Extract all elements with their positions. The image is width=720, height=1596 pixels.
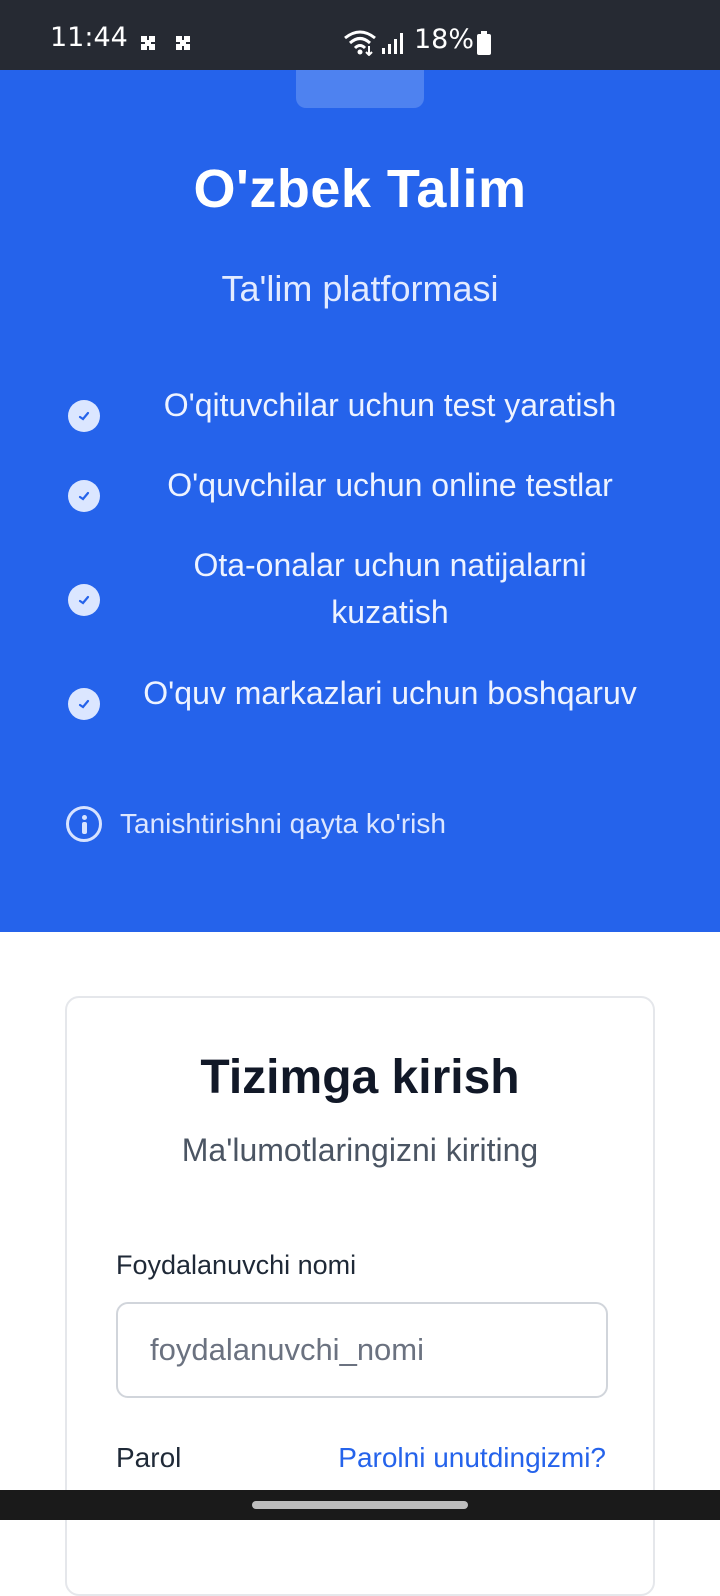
username-input[interactable] — [116, 1302, 608, 1398]
login-subtitle: Ma'lumotlaringizni kiriting — [181, 1132, 539, 1168]
signal-icon — [382, 33, 403, 54]
drag-handle[interactable] — [296, 70, 424, 108]
check-circle-icon — [68, 584, 100, 616]
feature-label: Ota-onalar uchun natijalarni kuzatish — [193, 547, 587, 630]
system-nav-bar — [0, 1490, 720, 1520]
login-title: Tizimga kirish — [200, 1051, 520, 1104]
check-circle-icon — [68, 688, 100, 720]
notification-icon — [176, 36, 190, 50]
info-icon — [66, 806, 102, 842]
feature-label: O'quvchilar uchun online testlar — [167, 467, 613, 503]
app-subtitle: Ta'lim platformasi — [221, 268, 499, 309]
wifi-icon — [344, 30, 376, 56]
feature-label: O'qituvchilar uchun test yaratish — [163, 387, 617, 423]
status-time: 11:44 — [50, 22, 128, 53]
home-gesture-handle[interactable] — [252, 1501, 468, 1509]
status-bar: 11:44 18% — [0, 0, 720, 70]
check-circle-icon — [68, 400, 100, 432]
username-label: Foydalanuvchi nomi — [116, 1250, 357, 1280]
replay-intro-link[interactable]: Tanishtirishni qayta ko'rish — [66, 806, 526, 842]
feature-label: O'quv markazlari uchun boshqaruv — [143, 675, 637, 711]
notification-icon — [141, 36, 155, 50]
app-title: O'zbek Talim — [193, 159, 527, 219]
password-label: Parol — [116, 1442, 182, 1473]
hero-banner: O'zbek Talim Ta'lim platformasi O'qituvc… — [0, 70, 720, 932]
check-circle-icon — [68, 480, 100, 512]
forgot-password-link[interactable]: Parolni unutdingizmi? — [338, 1442, 606, 1474]
replay-intro-label: Tanishtirishni qayta ko'rish — [120, 808, 446, 839]
battery-icon — [477, 31, 491, 55]
battery-percent: 18% — [414, 24, 475, 55]
